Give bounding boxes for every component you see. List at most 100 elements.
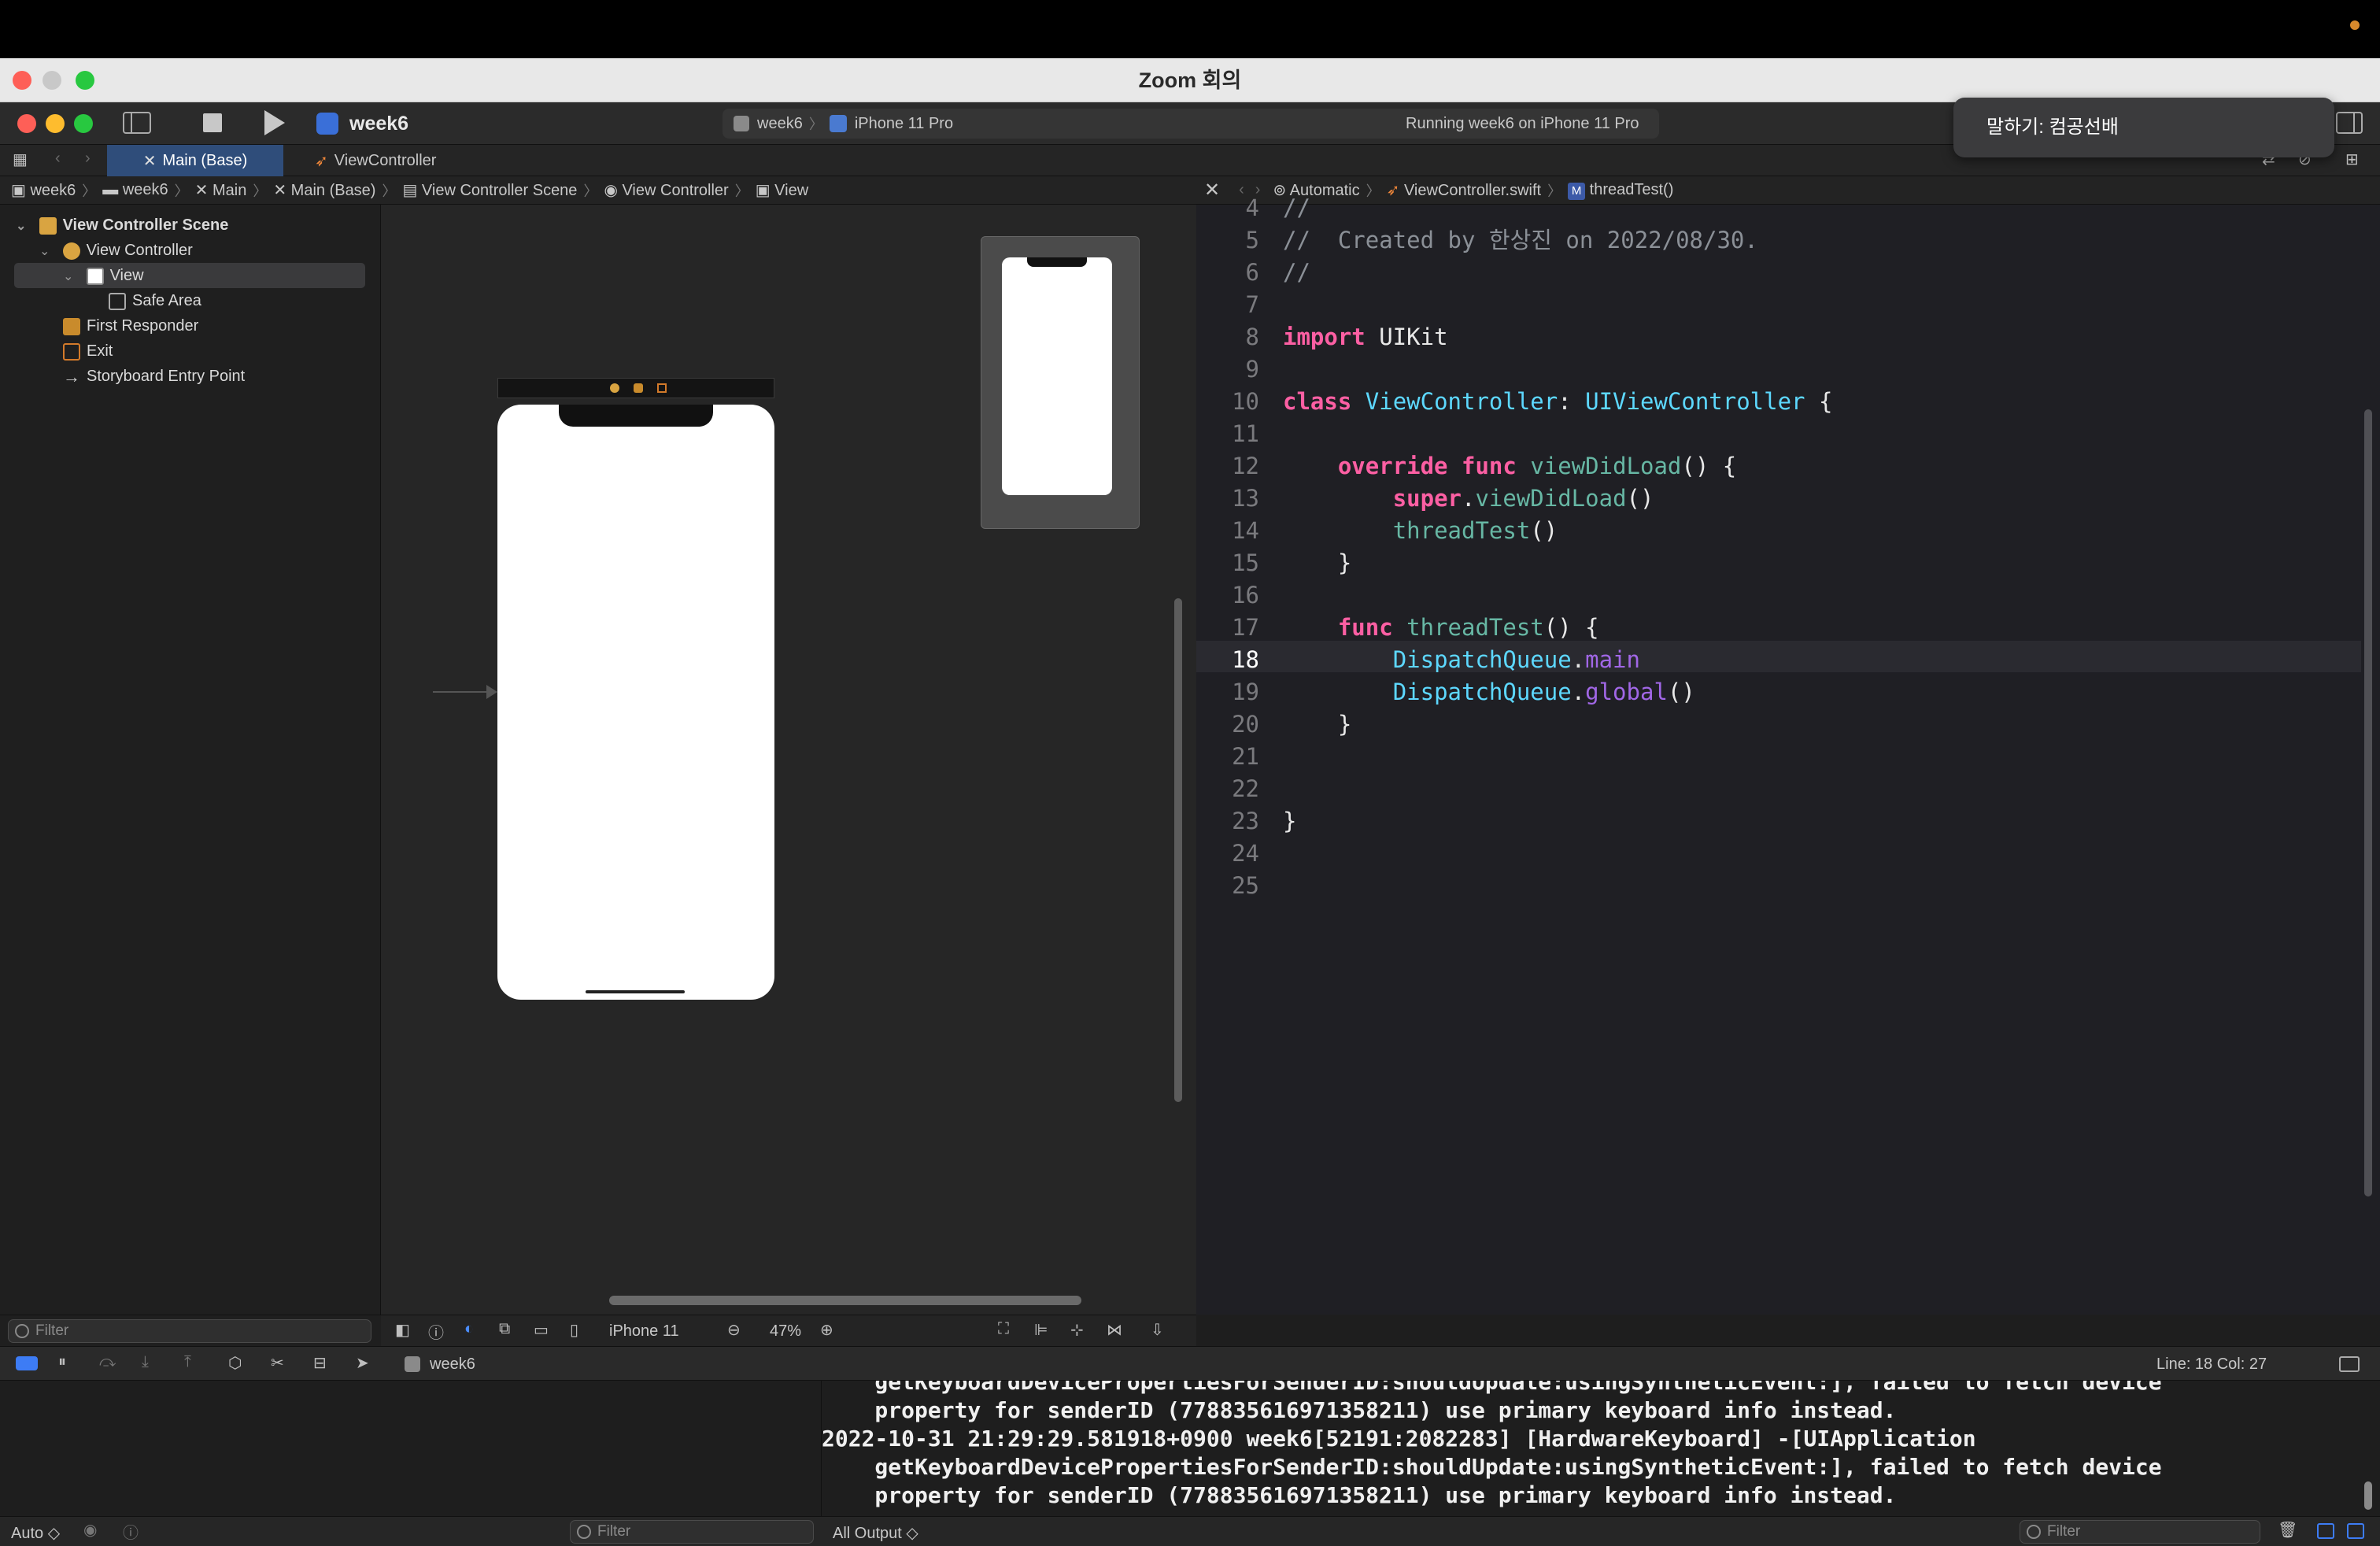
- show-console-icon[interactable]: [2347, 1523, 2364, 1539]
- zoom-in-icon[interactable]: ⊕: [820, 1320, 833, 1340]
- zoom-window-icon[interactable]: [76, 71, 94, 90]
- outline-item-view-controller[interactable]: ⌄ View Controller: [39, 238, 193, 263]
- scheme-selector[interactable]: week6: [316, 110, 408, 137]
- console-line: getKeyboardDevicePropertiesForSenderID:s…: [822, 1454, 2162, 1480]
- simulate-location-icon[interactable]: ➤: [356, 1353, 369, 1373]
- zoom-title-bar: Zoom 회의: [0, 58, 2380, 102]
- scene-icon: [39, 216, 57, 235]
- dock-exit-icon[interactable]: [657, 383, 667, 393]
- jump-item-storyboard[interactable]: ✕ Main: [195, 180, 247, 200]
- stop-icon[interactable]: [203, 113, 222, 132]
- line-number: 20: [1232, 711, 1259, 738]
- appearance-icon[interactable]: ⓘ: [428, 1320, 444, 1343]
- minimap[interactable]: [981, 236, 1140, 529]
- vertical-scrollbar[interactable]: [1174, 598, 1182, 1102]
- resolve-issues-icon[interactable]: ⋈: [1107, 1320, 1122, 1340]
- chevron-right-icon: 〉: [174, 183, 189, 199]
- jump-label: View Controller: [622, 182, 729, 199]
- variables-view[interactable]: [0, 1381, 822, 1516]
- xcode-close-icon[interactable]: [17, 114, 36, 133]
- embed-in-icon[interactable]: ⇩: [1151, 1320, 1164, 1340]
- outline-item-first-responder[interactable]: First Responder: [63, 313, 198, 338]
- dark-mode-icon[interactable]: ◐: [464, 1320, 474, 1338]
- filter-icon: [15, 1324, 29, 1338]
- xcode-zoom-icon[interactable]: [74, 114, 93, 133]
- back-icon[interactable]: ‹: [55, 150, 61, 168]
- info-icon[interactable]: ⓘ: [123, 1520, 139, 1543]
- tab-main-base[interactable]: ✕ Main (Base): [107, 145, 283, 176]
- outline-item-exit[interactable]: Exit: [63, 338, 113, 364]
- xcode-minimize-icon[interactable]: [46, 114, 65, 133]
- console-line: property for senderID (77883561697135821…: [822, 1482, 1897, 1508]
- trash-icon[interactable]: 🗑: [2278, 1520, 2297, 1540]
- outline-toggle-icon[interactable]: ◧: [395, 1320, 410, 1340]
- filter-placeholder: Filter: [35, 1322, 69, 1339]
- memory-graph-icon[interactable]: ✂: [271, 1353, 284, 1373]
- jump-label: ViewController.swift: [1403, 182, 1542, 199]
- pin-icon[interactable]: ⊹: [1070, 1320, 1084, 1340]
- tab-viewcontroller[interactable]: ➶ ViewController: [315, 145, 436, 176]
- outline-item-view[interactable]: ⌄ View: [63, 263, 144, 288]
- jump-item-storyboard-base[interactable]: ✕ Main (Base): [273, 180, 375, 200]
- environment-overrides-icon[interactable]: ⊟: [313, 1353, 327, 1373]
- output-select[interactable]: All Output ◇: [833, 1523, 918, 1543]
- jump-item-file[interactable]: ➶ ViewController.swift: [1387, 180, 1541, 200]
- pause-icon[interactable]: ⏸: [58, 1353, 66, 1371]
- outline-item-safe-area[interactable]: Safe Area: [109, 288, 201, 313]
- editor-scrollbar[interactable]: [2364, 409, 2372, 1196]
- align-icon[interactable]: ⊫: [1034, 1320, 1048, 1340]
- run-icon[interactable]: [264, 110, 285, 135]
- step-over-icon[interactable]: ⤼: [99, 1353, 116, 1371]
- close-window-icon[interactable]: [13, 71, 31, 90]
- dock-vc-icon[interactable]: [610, 383, 619, 393]
- jump-item-view[interactable]: ▣ View: [756, 180, 808, 200]
- chevron-right-icon: 〉: [583, 183, 598, 199]
- forward-icon[interactable]: ›: [85, 150, 91, 168]
- storyboard-canvas[interactable]: [381, 205, 1196, 1315]
- iphone-view[interactable]: [497, 405, 774, 1000]
- step-out-icon[interactable]: ⤒: [184, 1353, 191, 1371]
- orientation-icon[interactable]: ⧉: [499, 1320, 510, 1338]
- horizontal-scrollbar[interactable]: [609, 1296, 1081, 1305]
- run-destination[interactable]: week6 〉 iPhone 11 Pro: [734, 113, 953, 134]
- outline-label: View Controller: [86, 242, 193, 259]
- grid-icon[interactable]: ▦: [13, 150, 28, 169]
- step-into-icon[interactable]: ⤓: [142, 1353, 149, 1371]
- jump-item-method[interactable]: M threadTest(): [1568, 181, 1673, 200]
- console-output[interactable]: getKeyboardDevicePropertiesForSenderID:s…: [822, 1381, 2380, 1516]
- outline-item-entry-point[interactable]: → Storyboard Entry Point: [63, 364, 245, 389]
- size-class-icon[interactable]: ▭: [534, 1320, 549, 1340]
- show-variables-icon[interactable]: [2317, 1523, 2334, 1539]
- breakpoints-toggle-icon[interactable]: [16, 1356, 38, 1370]
- outline-label: View: [109, 267, 144, 284]
- hide-debug-area-icon[interactable]: [2339, 1356, 2360, 1372]
- inspector-toggle-icon[interactable]: [2336, 112, 2363, 134]
- console-filter-input[interactable]: Filter: [2020, 1520, 2260, 1544]
- tab-label: Main (Base): [162, 151, 248, 169]
- outline-item-scene[interactable]: ⌄ View Controller Scene: [16, 213, 228, 238]
- device-label[interactable]: iPhone 11: [609, 1322, 679, 1341]
- jump-item-view-controller[interactable]: ◉ View Controller: [604, 180, 728, 200]
- jump-item-project[interactable]: ▣ week6: [11, 180, 76, 200]
- minimize-window-icon[interactable]: [42, 71, 61, 90]
- eye-icon[interactable]: ◉: [83, 1520, 97, 1540]
- jump-item-folder[interactable]: ▬ week6: [102, 181, 168, 199]
- variables-filter-input[interactable]: Filter: [570, 1520, 814, 1544]
- sidebar-toggle-icon[interactable]: [123, 112, 151, 134]
- source-editor[interactable]: 4 // 5 // Created by 한상진 on 2022/08/30. 6 // 7…: [1196, 194, 2380, 1315]
- navigator-filter-input[interactable]: Filter: [8, 1319, 371, 1343]
- add-editor-icon[interactable]: ⊞: [2345, 150, 2359, 169]
- dock-responder-icon[interactable]: [634, 383, 643, 393]
- device-frame-icon[interactable]: ▯: [570, 1320, 578, 1340]
- line-number: 6: [1245, 259, 1259, 286]
- console-scrollbar[interactable]: [2364, 1481, 2372, 1510]
- variables-scope-select[interactable]: Auto ◇: [11, 1523, 60, 1543]
- update-frames-icon[interactable]: ⛶: [998, 1320, 1009, 1338]
- zoom-out-icon[interactable]: ⊖: [727, 1320, 741, 1340]
- swift-icon: ➶: [1386, 182, 1400, 199]
- screen-top-bar: [0, 0, 2380, 58]
- jump-item-scene[interactable]: ▤ View Controller Scene: [402, 180, 577, 200]
- view-hierarchy-icon[interactable]: ⬡: [228, 1353, 242, 1373]
- code-text: DispatchQueue.global(): [1392, 679, 1695, 705]
- jump-label: Main: [212, 182, 247, 199]
